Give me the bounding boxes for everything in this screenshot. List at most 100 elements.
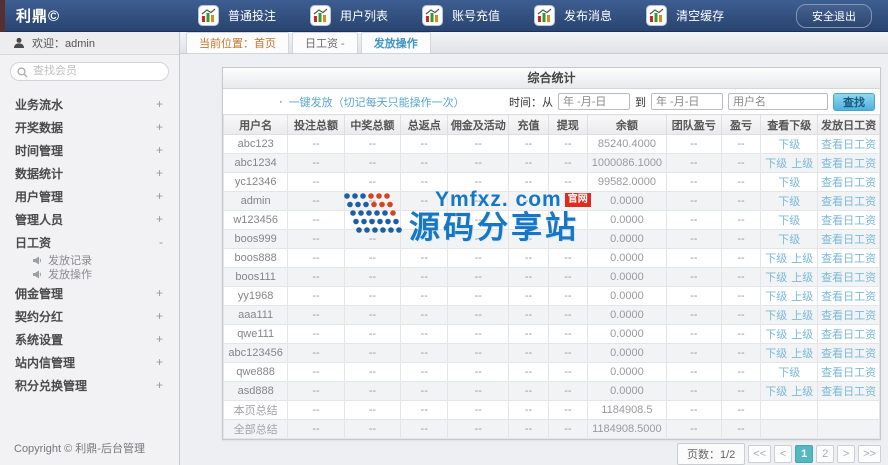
last-page-button[interactable]: >> bbox=[858, 445, 881, 463]
first-page-button[interactable]: << bbox=[748, 445, 771, 463]
view-lower-level-link[interactable]: 下级 bbox=[778, 234, 800, 246]
expand-plus-icon[interactable]: + bbox=[156, 286, 163, 300]
view-daily-wage-link[interactable]: 查看日工资 bbox=[821, 291, 876, 303]
sidebar-item-time-management[interactable]: 时间管理+ bbox=[0, 139, 179, 162]
view-lower-level-link[interactable]: 下级 bbox=[765, 310, 787, 322]
username-input[interactable] bbox=[728, 93, 828, 110]
expand-plus-icon[interactable]: + bbox=[156, 355, 163, 369]
view-upper-level-link[interactable]: 上级 bbox=[791, 329, 813, 341]
expand-plus-icon[interactable]: + bbox=[156, 378, 163, 392]
expand-plus-icon[interactable]: + bbox=[156, 212, 163, 226]
view-lower-level-link[interactable]: 下级 bbox=[765, 253, 787, 265]
nav-item-normal-bets[interactable]: 普通投注 bbox=[198, 5, 276, 26]
safe-logout-button[interactable]: 安全退出 bbox=[796, 4, 872, 28]
value-cell: -- bbox=[548, 230, 587, 249]
date-to-input[interactable] bbox=[651, 93, 723, 110]
date-from-input[interactable] bbox=[558, 93, 630, 110]
top-header: 利鼎© 普通投注 用户列表 账号充值 bbox=[0, 0, 888, 32]
view-lower-level-link[interactable]: 下级 bbox=[765, 386, 787, 398]
sidebar-item-site-message-management[interactable]: 站内信管理+ bbox=[0, 351, 179, 374]
stats-panel: 综合统计 · 一键发放（切记每天只能操作一次） 时间：从 到 查找 bbox=[222, 67, 881, 440]
view-lower-level-link[interactable]: 下级 bbox=[778, 215, 800, 227]
sidebar-item-contract-dividend[interactable]: 契约分红+ bbox=[0, 305, 179, 328]
view-daily-wage-link[interactable]: 查看日工资 bbox=[821, 329, 876, 341]
view-daily-wage-link[interactable]: 查看日工资 bbox=[821, 310, 876, 322]
prev-page-button[interactable]: < bbox=[774, 445, 792, 463]
view-daily-wage-link[interactable]: 查看日工资 bbox=[821, 158, 876, 170]
sidebar-item-lottery-data[interactable]: 开奖数据+ bbox=[0, 116, 179, 139]
next-page-button[interactable]: > bbox=[837, 445, 855, 463]
expand-plus-icon[interactable]: + bbox=[156, 166, 163, 180]
value-cell: -- bbox=[448, 192, 509, 211]
view-lower-level-link[interactable]: 下级 bbox=[765, 329, 787, 341]
member-search-input[interactable] bbox=[10, 62, 169, 81]
sidebar-item-points-exchange-management[interactable]: 积分兑换管理+ bbox=[0, 374, 179, 397]
sidebar-item-system-settings[interactable]: 系统设置+ bbox=[0, 328, 179, 351]
sidebar-item-label: 数据统计 bbox=[15, 165, 63, 182]
sidebar-subitem-wage-operation[interactable]: 发放操作 bbox=[0, 268, 179, 281]
nav-item-label: 清空缓存 bbox=[676, 7, 724, 24]
collapse-minus-icon[interactable]: - bbox=[159, 235, 163, 249]
breadcrumb-daily-wage[interactable]: 日工资 - bbox=[292, 32, 358, 54]
daily-wage-cell: 查看日工资 bbox=[818, 249, 880, 268]
view-upper-level-link[interactable]: 上级 bbox=[791, 348, 813, 360]
view-upper-level-link[interactable]: 上级 bbox=[791, 310, 813, 322]
view-daily-wage-link[interactable]: 查看日工资 bbox=[821, 253, 876, 265]
expand-plus-icon[interactable]: + bbox=[156, 120, 163, 134]
username-cell: qwe111 bbox=[224, 325, 288, 344]
nav-item-clear-cache[interactable]: 清空缓存 bbox=[646, 5, 724, 26]
nav-item-account-recharge[interactable]: 账号充值 bbox=[422, 5, 500, 26]
view-daily-wage-link[interactable]: 查看日工资 bbox=[821, 348, 876, 360]
one-click-payout-link[interactable]: 一键发放（切记每天只能操作一次） bbox=[289, 94, 465, 110]
expand-plus-icon[interactable]: + bbox=[156, 97, 163, 111]
view-lower-level-link[interactable]: 下级 bbox=[765, 291, 787, 303]
page-2-button[interactable]: 2 bbox=[816, 445, 834, 463]
sidebar-item-daily-wage[interactable]: 日工资- bbox=[0, 231, 179, 254]
breadcrumb-home[interactable]: 当前位置：首页 bbox=[186, 32, 289, 54]
view-daily-wage-link[interactable]: 查看日工资 bbox=[821, 177, 876, 189]
search-button[interactable]: 查找 bbox=[833, 93, 875, 111]
page-1-button[interactable]: 1 bbox=[795, 445, 813, 463]
view-lower-level-link[interactable]: 下级 bbox=[778, 367, 800, 379]
view-daily-wage-link[interactable]: 查看日工资 bbox=[821, 196, 876, 208]
view-lower-level-link[interactable]: 下级 bbox=[765, 272, 787, 284]
sidebar-item-user-management[interactable]: 用户管理+ bbox=[0, 185, 179, 208]
balance-cell: 1000086.1000 bbox=[588, 154, 667, 173]
view-upper-level-link[interactable]: 上级 bbox=[791, 291, 813, 303]
nav-item-publish-message[interactable]: 发布消息 bbox=[534, 5, 612, 26]
profit-cell: -- bbox=[721, 249, 760, 268]
view-daily-wage-link[interactable]: 查看日工资 bbox=[821, 215, 876, 227]
view-upper-level-link[interactable]: 上级 bbox=[791, 386, 813, 398]
view-lower-level-link[interactable]: 下级 bbox=[778, 196, 800, 208]
view-daily-wage-link[interactable]: 查看日工资 bbox=[821, 386, 876, 398]
view-daily-wage-link[interactable]: 查看日工资 bbox=[821, 234, 876, 246]
view-lower-level-link[interactable]: 下级 bbox=[765, 158, 787, 170]
view-daily-wage-link[interactable]: 查看日工资 bbox=[821, 272, 876, 284]
value-cell: -- bbox=[448, 401, 509, 420]
sidebar-item-commission-management[interactable]: 佣金管理+ bbox=[0, 282, 179, 305]
expand-plus-icon[interactable]: + bbox=[156, 143, 163, 157]
sidebar-subitem-wage-records[interactable]: 发放记录 bbox=[0, 254, 179, 267]
sidebar-item-business-flow[interactable]: 业务流水+ bbox=[0, 93, 179, 116]
value-cell: -- bbox=[344, 363, 400, 382]
view-lower-level-link[interactable]: 下级 bbox=[778, 139, 800, 151]
value-cell: -- bbox=[288, 230, 344, 249]
expand-plus-icon[interactable]: + bbox=[156, 332, 163, 346]
view-upper-level-link[interactable]: 上级 bbox=[791, 253, 813, 265]
view-daily-wage-link[interactable]: 查看日工资 bbox=[821, 367, 876, 379]
sidebar-item-data-statistics[interactable]: 数据统计 + bbox=[0, 162, 179, 185]
view-daily-wage-link[interactable]: 查看日工资 bbox=[821, 139, 876, 151]
sidebar-item-admin-staff[interactable]: 管理人员+ bbox=[0, 208, 179, 231]
daily-wage-cell: 查看日工资 bbox=[818, 135, 880, 154]
view-lower-level-link[interactable]: 下级 bbox=[778, 177, 800, 189]
welcome-row: 欢迎：admin bbox=[0, 32, 179, 55]
expand-plus-icon[interactable]: + bbox=[156, 189, 163, 203]
view-upper-level-link[interactable]: 上级 bbox=[791, 158, 813, 170]
user-icon bbox=[13, 37, 25, 49]
view-upper-level-link[interactable]: 上级 bbox=[791, 272, 813, 284]
expand-plus-icon[interactable]: + bbox=[156, 309, 163, 323]
nav-item-user-list[interactable]: 用户列表 bbox=[310, 5, 388, 26]
table-row: 全部总结------------1184908.5000---- bbox=[224, 420, 880, 439]
team-profit-cell: -- bbox=[666, 382, 721, 401]
view-lower-level-link[interactable]: 下级 bbox=[765, 348, 787, 360]
